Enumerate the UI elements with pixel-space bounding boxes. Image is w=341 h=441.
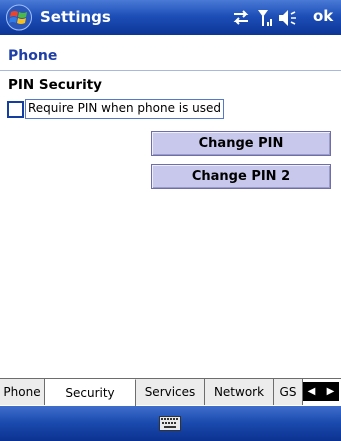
page-header: Phone <box>0 35 341 71</box>
tab-gsm[interactable]: GS <box>274 379 303 405</box>
signal-icon[interactable] <box>258 10 272 26</box>
tab-scroll-arrows: ◀ ▶ <box>303 382 339 401</box>
bottom-bar <box>0 406 341 441</box>
title-bar: Settings ok <box>0 0 341 35</box>
tab-network[interactable]: Network <box>205 379 274 405</box>
pin-security-heading: PIN Security <box>8 77 102 93</box>
require-pin-label[interactable]: Require PIN when phone is used <box>25 99 225 119</box>
change-pin-button[interactable]: Change PIN <box>151 131 331 156</box>
change-pin2-button[interactable]: Change PIN 2 <box>151 164 331 189</box>
scroll-right-icon[interactable]: ▶ <box>322 382 339 401</box>
ok-button[interactable]: ok <box>313 7 333 25</box>
require-pin-checkbox[interactable] <box>7 101 24 118</box>
tab-security[interactable]: Security <box>45 379 136 406</box>
start-flag-icon[interactable] <box>5 4 33 31</box>
page-title: Phone <box>8 48 58 64</box>
header-divider <box>0 70 341 71</box>
window-title: Settings <box>40 8 111 26</box>
speaker-icon[interactable] <box>279 10 296 26</box>
tab-strip: Phone Security Services Network GS ◀ ▶ <box>0 378 341 406</box>
tab-phone[interactable]: Phone <box>0 379 45 405</box>
status-icons <box>233 10 296 26</box>
tab-services[interactable]: Services <box>136 379 205 405</box>
scroll-left-icon[interactable]: ◀ <box>303 382 320 401</box>
sync-icon[interactable] <box>233 10 249 25</box>
keyboard-icon[interactable] <box>159 416 181 431</box>
